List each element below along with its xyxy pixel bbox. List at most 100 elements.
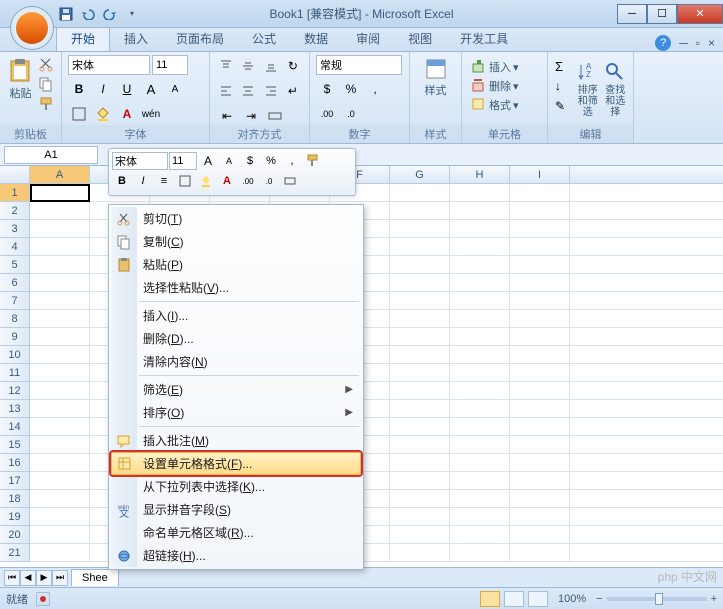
- inner-minimize-icon[interactable]: ─: [679, 36, 688, 50]
- phonetic-icon[interactable]: wén: [140, 103, 162, 125]
- zoom-in-icon[interactable]: +: [711, 593, 717, 605]
- bold-button[interactable]: B: [68, 78, 90, 100]
- align-middle-icon[interactable]: [238, 55, 258, 77]
- tab-formulas[interactable]: 公式: [238, 26, 290, 51]
- increase-indent-icon[interactable]: ⇥: [240, 105, 262, 127]
- fill-icon[interactable]: ↓: [554, 78, 572, 96]
- decrease-indent-icon[interactable]: ⇤: [216, 105, 238, 127]
- row-header[interactable]: 18: [0, 490, 30, 508]
- row-header[interactable]: 4: [0, 238, 30, 256]
- shrink-font-icon[interactable]: A: [164, 78, 186, 100]
- mini-format-painter-icon[interactable]: [303, 152, 323, 170]
- inner-close-icon[interactable]: ×: [708, 36, 715, 50]
- mini-font-name[interactable]: [112, 152, 168, 170]
- col-header[interactable]: H: [450, 166, 510, 183]
- clear-icon[interactable]: ✎: [554, 98, 572, 116]
- row-header[interactable]: 5: [0, 256, 30, 274]
- mini-inc-decimal-icon[interactable]: .00: [238, 172, 258, 190]
- font-color-icon[interactable]: A: [116, 103, 138, 125]
- context-menu-item[interactable]: 清除内容(N): [111, 350, 361, 373]
- context-menu-item[interactable]: 复制(C): [111, 230, 361, 253]
- mini-comma-icon[interactable]: ,: [282, 152, 302, 170]
- tab-view[interactable]: 视图: [394, 26, 446, 51]
- mini-font-color-icon[interactable]: A: [217, 172, 237, 190]
- context-menu-item[interactable]: 筛选(E)▶: [111, 378, 361, 401]
- align-top-icon[interactable]: [216, 55, 236, 77]
- row-header[interactable]: 21: [0, 544, 30, 562]
- context-menu-item[interactable]: wén文显示拼音字段(S): [111, 498, 361, 521]
- tab-data[interactable]: 数据: [290, 26, 342, 51]
- zoom-slider[interactable]: [607, 597, 707, 601]
- col-header[interactable]: I: [510, 166, 570, 183]
- close-button[interactable]: ✕: [677, 4, 723, 24]
- merge-icon[interactable]: [264, 105, 286, 127]
- copy-icon[interactable]: [37, 75, 55, 93]
- selected-cell[interactable]: [30, 184, 90, 202]
- minimize-button[interactable]: ─: [617, 4, 647, 24]
- row-header[interactable]: 20: [0, 526, 30, 544]
- mini-dec-decimal-icon[interactable]: .0: [259, 172, 279, 190]
- macro-record-icon[interactable]: [36, 592, 50, 606]
- fill-color-icon[interactable]: [92, 103, 114, 125]
- row-header[interactable]: 12: [0, 382, 30, 400]
- font-size-select[interactable]: [152, 55, 188, 75]
- last-sheet-icon[interactable]: ⏭: [52, 570, 68, 586]
- mini-grow-font-icon[interactable]: A: [198, 152, 218, 170]
- undo-icon[interactable]: [80, 6, 96, 22]
- wrap-text-icon[interactable]: ↵: [283, 80, 303, 102]
- redo-icon[interactable]: [102, 6, 118, 22]
- currency-icon[interactable]: $: [316, 78, 338, 100]
- maximize-button[interactable]: ☐: [647, 4, 677, 24]
- context-menu-item[interactable]: 插入(I)...: [111, 304, 361, 327]
- zoom-percent[interactable]: 100%: [552, 593, 592, 605]
- autosum-icon[interactable]: Σ: [554, 58, 572, 76]
- context-menu-item[interactable]: 命名单元格区域(R)...: [111, 521, 361, 544]
- row-header[interactable]: 6: [0, 274, 30, 292]
- zoom-out-icon[interactable]: −: [596, 593, 602, 605]
- row-header[interactable]: 19: [0, 508, 30, 526]
- row-header[interactable]: 13: [0, 400, 30, 418]
- context-menu-item[interactable]: 插入批注(M): [111, 429, 361, 452]
- mini-percent-icon[interactable]: %: [261, 152, 281, 170]
- save-icon[interactable]: [58, 6, 74, 22]
- tab-dev[interactable]: 开发工具: [446, 26, 522, 51]
- row-header[interactable]: 1: [0, 184, 30, 202]
- row-header[interactable]: 11: [0, 364, 30, 382]
- mini-bold-icon[interactable]: B: [112, 172, 132, 190]
- format-painter-icon[interactable]: [37, 95, 55, 113]
- context-menu-item[interactable]: 选择性粘贴(V)...: [111, 276, 361, 299]
- font-name-select[interactable]: [68, 55, 150, 75]
- orientation-icon[interactable]: ↻: [283, 55, 303, 77]
- increase-decimal-icon[interactable]: .00: [316, 103, 338, 125]
- delete-button[interactable]: 删除 ▾: [468, 77, 541, 95]
- col-header[interactable]: G: [390, 166, 450, 183]
- context-menu-item[interactable]: 从下拉列表中选择(K)...: [111, 475, 361, 498]
- decrease-decimal-icon[interactable]: .0: [340, 103, 362, 125]
- mini-currency-icon[interactable]: $: [240, 152, 260, 170]
- row-header[interactable]: 2: [0, 202, 30, 220]
- context-menu-item[interactable]: 粘贴(P): [111, 253, 361, 276]
- row-header[interactable]: 14: [0, 418, 30, 436]
- border-icon[interactable]: [68, 103, 90, 125]
- mini-italic-icon[interactable]: I: [133, 172, 153, 190]
- grow-font-icon[interactable]: A: [140, 78, 162, 100]
- row-header[interactable]: 9: [0, 328, 30, 346]
- align-bottom-icon[interactable]: [261, 55, 281, 77]
- tab-layout[interactable]: 页面布局: [162, 26, 238, 51]
- mini-shrink-font-icon[interactable]: A: [219, 152, 239, 170]
- office-button[interactable]: [10, 6, 54, 50]
- mini-fill-color-icon[interactable]: [196, 172, 216, 190]
- page-break-view-icon[interactable]: [528, 591, 548, 607]
- mini-border-icon[interactable]: [175, 172, 195, 190]
- row-header[interactable]: 7: [0, 292, 30, 310]
- row-header[interactable]: 15: [0, 436, 30, 454]
- first-sheet-icon[interactable]: ⏮: [4, 570, 20, 586]
- context-menu-item[interactable]: 超链接(H)...: [111, 544, 361, 567]
- insert-button[interactable]: 插入 ▾: [468, 58, 541, 76]
- italic-button[interactable]: I: [92, 78, 114, 100]
- prev-sheet-icon[interactable]: ◀: [20, 570, 36, 586]
- name-box[interactable]: [4, 146, 98, 164]
- align-center-icon[interactable]: [238, 80, 258, 102]
- col-header[interactable]: A: [30, 166, 90, 183]
- sheet-tab[interactable]: Shee: [71, 569, 119, 586]
